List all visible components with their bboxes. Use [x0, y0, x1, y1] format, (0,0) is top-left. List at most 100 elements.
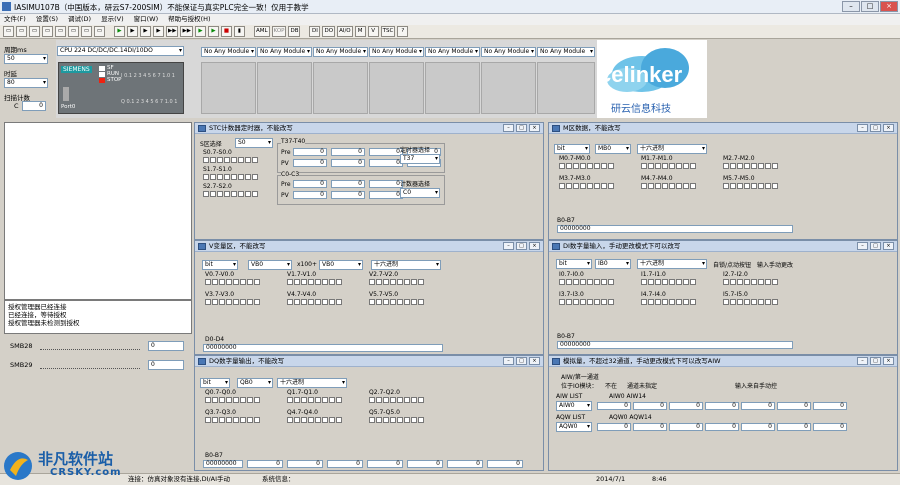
v-area2-select[interactable]: VB0 — [319, 260, 363, 270]
open-icon[interactable]: ▭ — [3, 26, 14, 37]
aiw-value-1[interactable]: 0 — [597, 402, 631, 410]
aiw-value-3[interactable]: 0 — [669, 402, 703, 410]
module-select-6[interactable]: No Any Module — [481, 47, 536, 57]
v-button[interactable]: V — [367, 26, 379, 37]
run-fast-icon[interactable]: ▶▶ — [180, 26, 193, 37]
step-icon[interactable]: ▶ — [153, 26, 164, 37]
restore-icon[interactable]: □ — [870, 124, 881, 132]
menu-help[interactable]: 帮助与授权(H) — [168, 14, 210, 25]
close-icon[interactable]: × — [883, 124, 894, 132]
close-icon[interactable]: × — [529, 357, 540, 365]
di-format-select[interactable]: 十六进制 — [637, 259, 707, 269]
restore-icon[interactable]: □ — [516, 357, 527, 365]
i2-bits[interactable] — [723, 279, 778, 285]
v-type-select[interactable]: bit — [202, 260, 238, 270]
aiw-value-7[interactable]: 0 — [813, 402, 847, 410]
window-icon[interactable]: ▭ — [42, 26, 53, 37]
restore-icon[interactable]: □ — [516, 124, 527, 132]
cpu-select[interactable]: CPU 224 DC/DC/DC.14DI/10DO — [57, 46, 184, 56]
window-icon[interactable]: ▭ — [94, 26, 105, 37]
aiw-value-6[interactable]: 0 — [777, 402, 811, 410]
step-icon[interactable]: ▶ — [140, 26, 151, 37]
v-area-select[interactable]: VB0 — [248, 260, 292, 270]
cycle-select[interactable]: 50 — [4, 54, 48, 64]
maximize-button[interactable]: □ — [861, 1, 879, 12]
menu-debug[interactable]: 调试(D) — [68, 14, 91, 25]
restore-icon[interactable]: □ — [870, 242, 881, 250]
dq-type-select[interactable]: bit — [200, 378, 230, 388]
play-icon[interactable]: ▶ — [194, 26, 206, 37]
tsc-button[interactable]: TSC — [380, 26, 396, 37]
minimize-icon[interactable]: – — [857, 357, 868, 365]
help-button[interactable]: ? — [397, 26, 409, 37]
close-icon[interactable]: × — [529, 242, 540, 250]
module-select-5[interactable]: No Any Module — [425, 47, 480, 57]
di-type-select[interactable]: bit — [556, 259, 592, 269]
module-select-4[interactable]: No Any Module — [369, 47, 424, 57]
restore-icon[interactable]: □ — [870, 357, 881, 365]
module-select-3[interactable]: No Any Module — [313, 47, 368, 57]
timer-select[interactable]: T37 — [400, 154, 440, 164]
restore-icon[interactable]: □ — [516, 242, 527, 250]
menu-window[interactable]: 窗口(W) — [134, 14, 159, 25]
di-area-select[interactable]: IB0 — [595, 259, 631, 269]
aiw-value-4[interactable]: 0 — [705, 402, 739, 410]
aiw-value-5[interactable]: 0 — [741, 402, 775, 410]
menu-view[interactable]: 显示(V) — [101, 14, 124, 25]
close-button[interactable]: × — [880, 1, 898, 12]
m-type-select[interactable]: bit — [554, 144, 590, 154]
delay-select[interactable]: 80 — [4, 78, 48, 88]
stop-icon[interactable]: ■ — [220, 26, 232, 37]
module-select-2[interactable]: No Any Module — [257, 47, 312, 57]
di-button[interactable]: DI — [309, 26, 321, 37]
i0-bits[interactable] — [559, 279, 614, 285]
counter-select[interactable]: C0 — [400, 188, 440, 198]
v-format-select[interactable]: 十六进制 — [371, 260, 441, 270]
menu-settings[interactable]: 设置(S) — [36, 14, 58, 25]
do-button[interactable]: DO — [322, 26, 336, 37]
smb28-field[interactable]: 0 — [148, 341, 184, 351]
aio-button[interactable]: AI/O — [337, 26, 353, 37]
m-area-select[interactable]: MB0 — [595, 144, 631, 154]
smb29-field[interactable]: 0 — [148, 360, 184, 370]
close-icon[interactable]: × — [883, 357, 894, 365]
s-area-select[interactable]: S0 — [235, 138, 273, 148]
minimize-icon[interactable]: – — [857, 124, 868, 132]
i3-bits[interactable] — [559, 299, 614, 305]
module-select-7[interactable]: No Any Module — [537, 47, 595, 57]
play-icon[interactable]: ▶ — [207, 26, 219, 37]
awl-button[interactable]: AML — [253, 26, 270, 37]
i5-bits[interactable] — [723, 299, 778, 305]
close-icon[interactable]: × — [529, 124, 540, 132]
db-button[interactable]: DB — [288, 26, 301, 37]
kop-button[interactable]: KOP — [271, 26, 287, 37]
aqw-select[interactable]: AQW0 — [556, 422, 592, 432]
window-icon[interactable]: ▭ — [29, 26, 40, 37]
module-select-1[interactable]: No Any Module — [201, 47, 256, 57]
minimize-icon[interactable]: – — [857, 242, 868, 250]
minimize-button[interactable]: – — [842, 1, 860, 12]
aiw-select[interactable]: AIW0 — [556, 401, 592, 411]
aiw-value-2[interactable]: 0 — [633, 402, 667, 410]
i4-bits[interactable] — [641, 299, 696, 305]
dq-format-select[interactable]: 十六进制 — [277, 378, 347, 388]
m-format-select[interactable]: 十六进制 — [637, 144, 707, 154]
window-icon[interactable]: ▭ — [81, 26, 92, 37]
window-icon[interactable]: ▭ — [55, 26, 66, 37]
save-icon[interactable]: ▭ — [16, 26, 27, 37]
menu-file[interactable]: 文件(F) — [4, 14, 26, 25]
dq-area-select[interactable]: QB0 — [237, 378, 273, 388]
minimize-icon[interactable]: – — [503, 357, 514, 365]
pause-icon[interactable]: ▮ — [233, 26, 245, 37]
minimize-icon[interactable]: – — [503, 242, 514, 250]
minimize-icon[interactable]: – — [503, 124, 514, 132]
run-fast-icon[interactable]: ▶▶ — [166, 26, 179, 37]
step-icon[interactable]: ▶ — [127, 26, 138, 37]
program-view[interactable] — [4, 122, 192, 300]
m-button[interactable]: M — [354, 26, 366, 37]
scan-count-field[interactable]: 0 — [22, 101, 46, 111]
i1-bits[interactable] — [641, 279, 696, 285]
window-icon[interactable]: ▭ — [68, 26, 79, 37]
close-icon[interactable]: × — [883, 242, 894, 250]
run-icon[interactable]: ▶ — [114, 26, 125, 37]
